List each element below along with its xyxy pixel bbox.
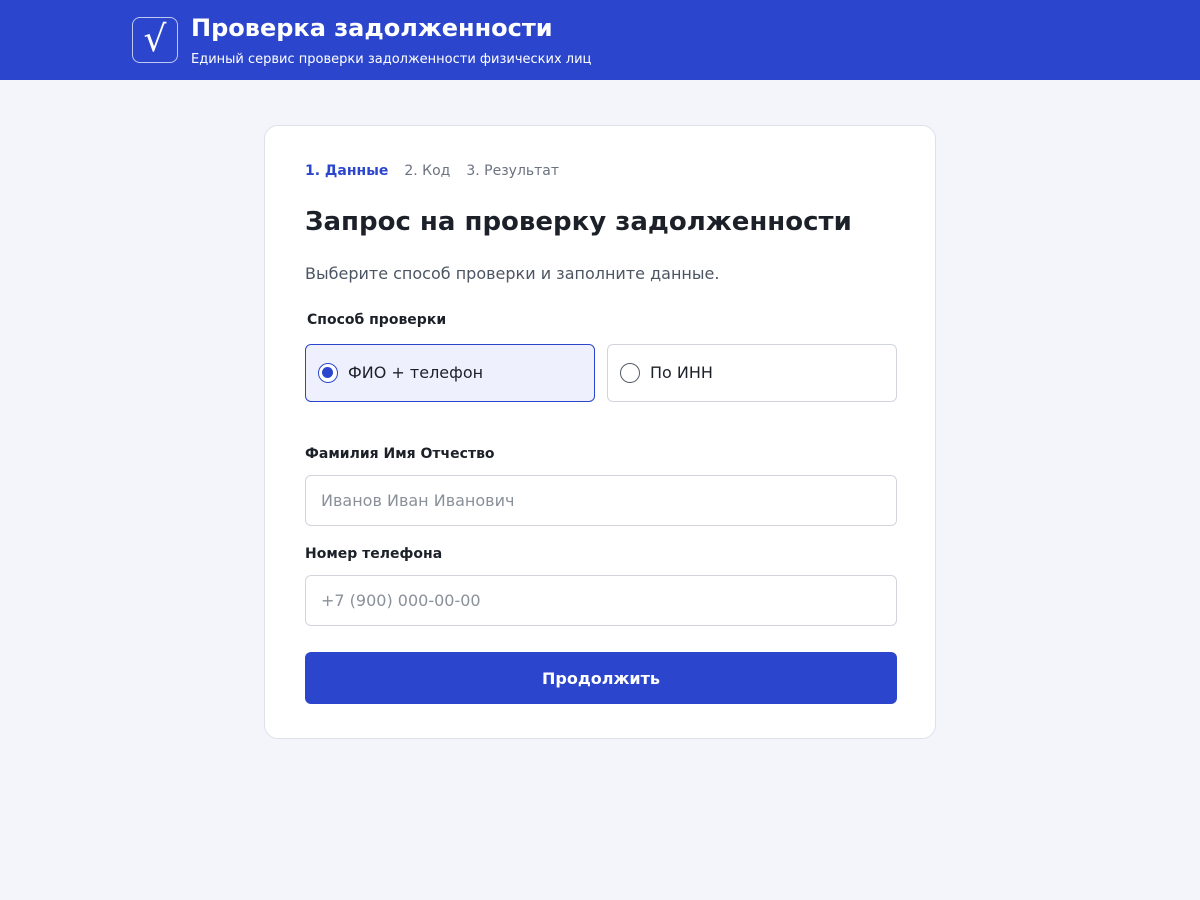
form-title: Запрос на проверку задолженности — [305, 207, 852, 237]
app-header: √ Проверка задолженности Единый сервис п… — [0, 0, 1200, 80]
name-input[interactable] — [305, 475, 897, 526]
form-description: Выберите способ проверки и заполните дан… — [305, 264, 720, 283]
step-indicator: 1. Данные 2. Код 3. Результат — [305, 163, 575, 179]
method-option-inn[interactable]: По ИНН — [607, 344, 897, 402]
app-subtitle: Единый сервис проверки задолженности физ… — [191, 52, 592, 67]
phone-input[interactable] — [305, 575, 897, 626]
name-field-label: Фамилия Имя Отчество — [305, 446, 495, 462]
checkmark-icon: √ — [132, 17, 178, 63]
phone-field-label: Номер телефона — [305, 546, 443, 562]
radio-button-unchecked[interactable] — [620, 363, 640, 383]
step-data: 1. Данные — [305, 163, 389, 179]
app-title: Проверка задолженности — [191, 14, 553, 42]
radio-button-checked[interactable] — [318, 363, 338, 383]
method-option-label: ФИО + телефон — [348, 363, 484, 382]
request-card: 1. Данные 2. Код 3. Результат Запрос на … — [264, 125, 936, 739]
step-code: 2. Код — [404, 163, 451, 179]
method-label: Способ проверки — [307, 312, 447, 328]
continue-button[interactable]: Продолжить — [305, 652, 897, 704]
step-result: 3. Результат — [466, 163, 560, 179]
method-option-label: По ИНН — [650, 363, 713, 382]
method-option-fio-phone[interactable]: ФИО + телефон — [305, 344, 595, 402]
